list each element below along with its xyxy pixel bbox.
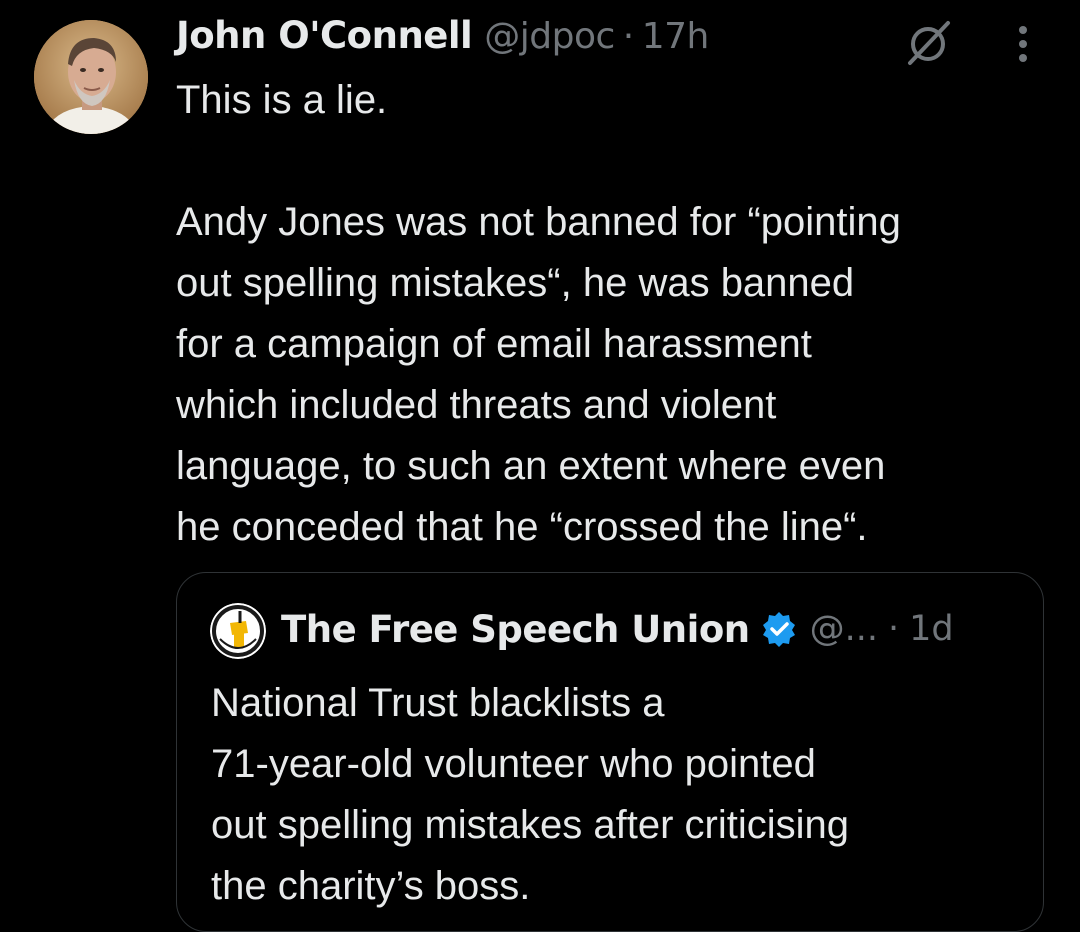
- tweet-text-line: This is a lie.: [176, 78, 388, 122]
- tweet-text-line: Andy Jones was not banned for “pointing: [176, 200, 901, 244]
- author-avatar[interactable]: [34, 20, 148, 134]
- quoted-text-line: National Trust blacklists a: [211, 681, 665, 725]
- quoted-tweet-header: The Free Speech Union @... · 1d: [281, 601, 954, 657]
- tweet[interactable]: John O'Connell @jdpoc · 17h This is a li…: [0, 0, 1080, 932]
- tweet-text-blank-line: [176, 131, 1056, 192]
- tweet-text-line: out spelling mistakes“, he was banned: [176, 261, 855, 305]
- quoted-text-line: out spelling mistakes after criticising: [211, 803, 850, 847]
- tweet-body: This is a lie. Andy Jones was not banned…: [176, 70, 1056, 558]
- free-speech-union-logo[interactable]: [210, 603, 266, 659]
- separator-dot: ·: [622, 16, 634, 57]
- tweet-timestamp[interactable]: 17h: [642, 16, 710, 57]
- author-name[interactable]: John O'Connell: [176, 14, 473, 57]
- verified-badge-icon: [760, 610, 798, 648]
- quoted-tweet-body: National Trust blacklists a 71-year-old …: [211, 673, 1031, 917]
- quoted-author-handle[interactable]: @...: [810, 609, 878, 649]
- tweet-text-line: for a campaign of email harassment: [176, 322, 812, 366]
- tweet-text-line: which included threats and violent: [176, 383, 777, 427]
- quoted-text-line: 71-year-old volunteer who pointed: [211, 742, 816, 786]
- grok-icon[interactable]: [904, 18, 954, 68]
- author-handle[interactable]: @jdpoc: [484, 16, 615, 57]
- tweet-header: John O'Connell @jdpoc · 17h: [176, 14, 709, 64]
- more-options-icon[interactable]: [1008, 22, 1038, 66]
- quoted-tweet-timestamp[interactable]: 1d: [909, 609, 954, 649]
- separator-dot: ·: [887, 609, 900, 649]
- tweet-text-line: language, to such an extent where even: [176, 444, 886, 488]
- tweet-text-line: he conceded that he “crossed the line“.: [176, 505, 868, 549]
- quoted-author-name[interactable]: The Free Speech Union: [281, 608, 750, 651]
- quoted-tweet-card[interactable]: The Free Speech Union @... · 1d National…: [176, 572, 1044, 932]
